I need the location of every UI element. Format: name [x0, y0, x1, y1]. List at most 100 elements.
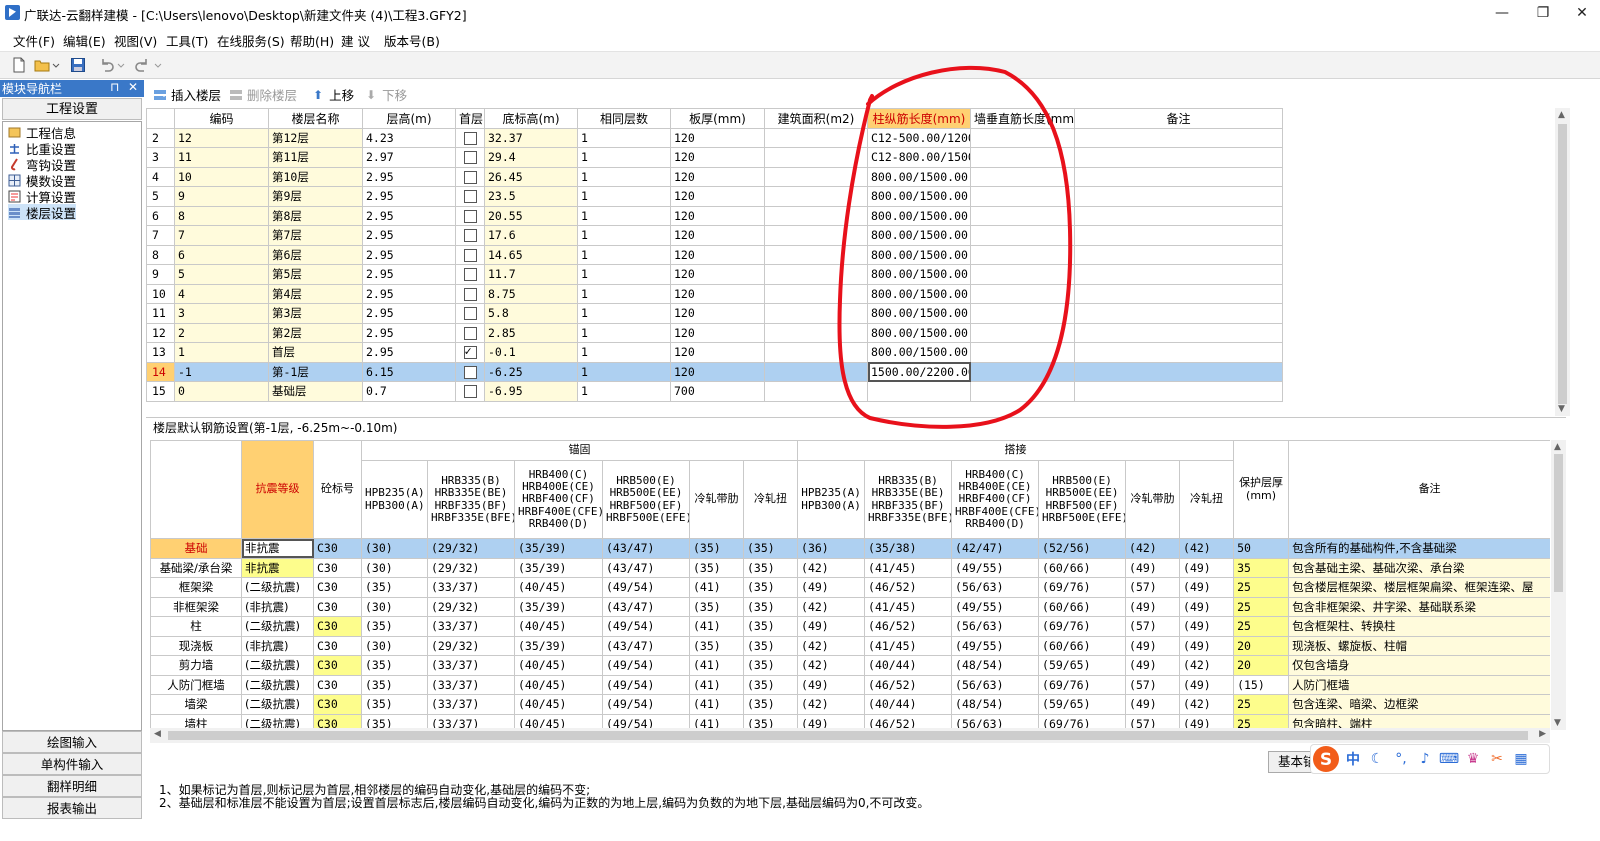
rebar-row[interactable]: 基础 非抗震 C30 (30) (29/32) (35/39) (43/47) (35) (35… [150, 538, 1550, 559]
cover-thickness-cell[interactable]: 50 [1233, 538, 1290, 559]
building-area-cell[interactable] [764, 225, 868, 246]
close-window-button[interactable]: ✕ [1564, 0, 1600, 25]
bottom-elevation-cell[interactable]: 32.37 [484, 127, 578, 148]
floor-row[interactable]: 4 10 第10层 2.95 26.45 1 120 800.00/1500.00 [146, 166, 1283, 187]
lap-cell[interactable]: (49) [1125, 635, 1181, 656]
apps-grid-icon[interactable]: ▦ [1509, 751, 1533, 767]
anchorage-cell[interactable]: (35) [689, 557, 744, 578]
scroll-up-icon[interactable]: ▲ [1554, 442, 1561, 452]
anchorage-cell[interactable]: (40/45) [514, 694, 603, 715]
same-count-cell[interactable]: 1 [577, 381, 671, 402]
same-count-cell[interactable]: 1 [577, 342, 671, 363]
column-rebar-length-cell[interactable]: 1500.00/2200.00 [867, 361, 971, 382]
seismic-grade-cell[interactable]: (二级抗震) [241, 655, 314, 676]
anchorage-cell[interactable]: (30) [361, 596, 428, 617]
seismic-grade-cell[interactable]: (非抗震) [241, 596, 314, 617]
building-area-cell[interactable] [764, 264, 868, 285]
save-icon[interactable] [70, 57, 86, 73]
floor-name-cell[interactable]: 第6层 [268, 244, 363, 265]
lap-cell[interactable]: (59/65) [1038, 694, 1127, 715]
building-area-cell[interactable] [764, 303, 868, 324]
lap-cell[interactable]: (49) [797, 577, 866, 598]
remark-cell[interactable] [1074, 264, 1283, 285]
remark-cell[interactable] [1074, 283, 1283, 304]
concrete-grade-cell[interactable]: C30 [313, 655, 362, 676]
rebar-lap-grade-header[interactable]: HRB335(B) HRB335E(BE) HRBF335(BF) HRBF33… [864, 460, 953, 539]
rebar-row[interactable]: 框架梁 (二级抗震) C30 (35) (33/37) (40/45) (49/54) (41… [150, 577, 1550, 598]
lap-cell[interactable]: (60/66) [1038, 635, 1127, 656]
cover-thickness-cell[interactable]: 20 [1233, 635, 1290, 656]
anchorage-cell[interactable]: (35) [361, 655, 428, 676]
first-floor-cell[interactable] [455, 147, 485, 168]
rebar-lap-grade-header[interactable]: HRB400(C) HRB400E(CE) HRBF400(CF) HRBF40… [951, 460, 1040, 539]
col-header-first-floor[interactable]: 首层 [455, 108, 485, 129]
lap-cell[interactable]: (49) [1125, 655, 1181, 676]
floor-name-cell[interactable]: 第7层 [268, 225, 363, 246]
col-header-slab-thickness[interactable]: 板厚(mm) [670, 108, 765, 129]
lap-cell[interactable]: (49) [1179, 674, 1235, 695]
menu-online-service[interactable]: 在线服务(S) [217, 31, 285, 50]
rebar-remark-cell[interactable]: 包含基础主梁、基础次梁、承台梁 [1288, 557, 1550, 578]
first-floor-checkbox[interactable] [463, 229, 477, 243]
first-floor-checkbox[interactable] [463, 326, 477, 340]
menu-file[interactable]: 文件(F) [13, 31, 55, 50]
same-count-cell[interactable]: 1 [577, 322, 671, 343]
anchorage-cell[interactable]: (35) [742, 674, 799, 695]
anchorage-cell[interactable]: (35) [742, 557, 799, 578]
first-floor-cell[interactable] [455, 166, 485, 187]
slab-thickness-cell[interactable]: 120 [670, 205, 765, 226]
concrete-grade-cell[interactable]: C30 [313, 694, 362, 715]
building-area-cell[interactable] [764, 342, 868, 363]
column-rebar-length-cell[interactable]: 800.00/1500.00 [867, 244, 971, 265]
anchorage-cell[interactable]: (30) [361, 635, 428, 656]
column-rebar-length-cell[interactable]: 800.00/1500.00 [867, 342, 971, 363]
first-floor-cell[interactable] [455, 322, 485, 343]
scroll-left-icon[interactable]: ◀ [154, 729, 161, 739]
first-floor-cell[interactable] [455, 186, 485, 207]
anchorage-cell[interactable]: (40/45) [514, 577, 603, 598]
building-area-cell[interactable] [764, 127, 868, 148]
same-count-cell[interactable]: 1 [577, 186, 671, 207]
floor-height-cell[interactable]: 6.15 [362, 361, 456, 382]
floor-height-cell[interactable]: 2.95 [362, 283, 456, 304]
concrete-grade-cell[interactable]: C30 [313, 596, 362, 617]
wall-rebar-length-cell[interactable] [970, 166, 1075, 187]
lap-cell[interactable]: (49) [1125, 694, 1181, 715]
wall-rebar-length-cell[interactable] [970, 342, 1075, 363]
moon-icon[interactable]: ☾ [1365, 751, 1389, 767]
anchorage-cell[interactable]: (40/45) [514, 674, 603, 695]
lap-cell[interactable]: (49/55) [951, 596, 1040, 617]
wall-rebar-length-cell[interactable] [970, 322, 1075, 343]
wall-rebar-length-cell[interactable] [970, 205, 1075, 226]
slab-thickness-cell[interactable]: 120 [670, 127, 765, 148]
anchorage-cell[interactable]: (35) [361, 616, 428, 637]
building-area-cell[interactable] [764, 283, 868, 304]
lap-cell[interactable]: (46/52) [864, 577, 953, 598]
remark-cell[interactable] [1074, 127, 1283, 148]
floor-name-cell[interactable]: 首层 [268, 342, 363, 363]
anchorage-cell[interactable]: (29/32) [427, 596, 515, 617]
seismic-grade-cell[interactable]: (二级抗震) [241, 674, 314, 695]
lap-cell[interactable]: (69/76) [1038, 616, 1127, 637]
lap-cell[interactable]: (49/55) [951, 557, 1040, 578]
anchorage-cell[interactable]: (49/54) [602, 577, 690, 598]
floor-row[interactable]: 8 6 第6层 2.95 14.65 1 120 800.00/1500.00 [146, 244, 1283, 265]
anchorage-cell[interactable]: (35) [742, 596, 799, 617]
col-header-floor-name[interactable]: 楼层名称 [268, 108, 363, 129]
first-floor-checkbox[interactable] [463, 170, 477, 184]
anchorage-cell[interactable]: (41) [689, 674, 744, 695]
floor-row[interactable]: 311第11层2.97 29.41120 C12-800.00/1500. [146, 147, 1283, 168]
lap-cell[interactable]: (42/47) [951, 538, 1040, 559]
wall-rebar-length-cell[interactable] [970, 264, 1075, 285]
rebar-row[interactable]: 墙梁 (二级抗震) C30 (35) (33/37) (40/45) (49/54) (41)… [150, 694, 1550, 715]
wall-rebar-length-cell[interactable] [970, 303, 1075, 324]
lap-cell[interactable]: (57) [1125, 674, 1181, 695]
first-floor-checkbox[interactable] [463, 248, 477, 262]
floor-name-cell[interactable]: 基础层 [268, 381, 363, 402]
rebar-horizontal-scrollbar[interactable]: ◀ ▶ [150, 728, 1550, 743]
lap-cell[interactable]: (49/55) [951, 635, 1040, 656]
anchorage-cell[interactable]: (35) [361, 694, 428, 715]
anchorage-cell[interactable]: (29/32) [427, 635, 515, 656]
rebar-remark-cell[interactable]: 人防门框墙 [1288, 674, 1550, 695]
rebar-remark-cell[interactable]: 包含楼层框架梁、楼层框架扁梁、框架连梁、屋 [1288, 577, 1550, 598]
